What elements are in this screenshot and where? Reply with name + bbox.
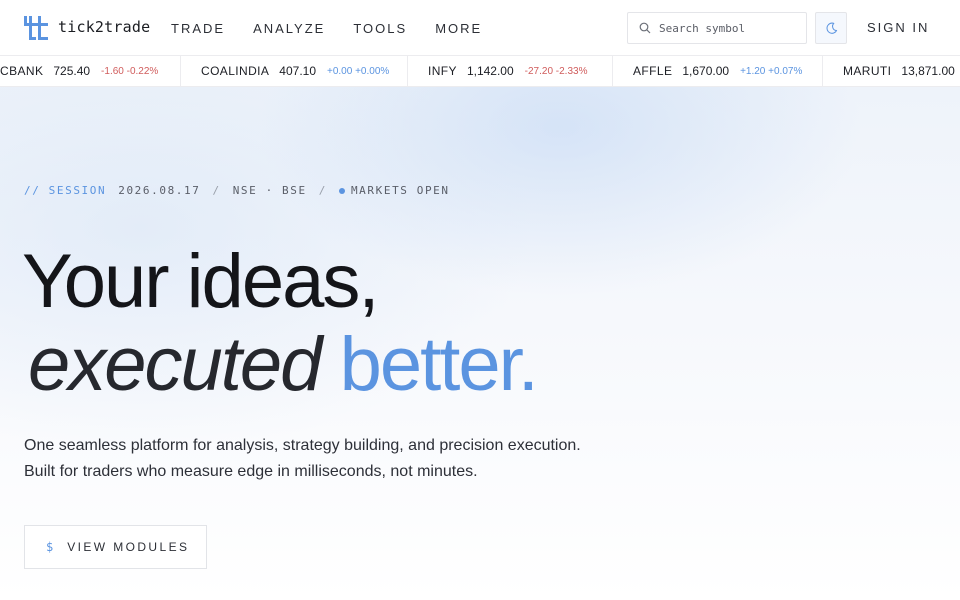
nav-link-tools[interactable]: TOOLS <box>353 21 407 36</box>
ticker-price: 13,871.00 <box>901 64 955 78</box>
ticker-change: +0.00 +0.00% <box>327 65 390 77</box>
ticker-change: +1.20 +0.07% <box>740 65 803 77</box>
ticker-price: 1,142.00 <box>466 64 514 78</box>
search-box[interactable] <box>627 12 807 44</box>
nav-link-trade[interactable]: TRADE <box>171 21 225 36</box>
ticker-divider <box>612 56 613 86</box>
ticker-change: -27.20 -2.33% <box>524 65 588 77</box>
ticker-price: 725.40 <box>53 64 91 78</box>
sign-in-link[interactable]: SIGN IN <box>867 20 929 35</box>
nav-link-analyze[interactable]: ANALYZE <box>253 21 325 36</box>
ticker-divider <box>407 56 408 86</box>
ticker-divider <box>822 56 823 86</box>
session-separator: / <box>212 184 221 197</box>
session-label: // SESSION <box>24 184 107 197</box>
ticker-symbol: COALINDIA <box>201 64 270 78</box>
ticker-item[interactable]: CBANK 725.40 -1.60 -0.22% <box>0 56 158 86</box>
ticker-divider <box>180 56 181 86</box>
hero-section: // SESSION 2026.08.17 / NSE · BSE / MARK… <box>0 87 960 600</box>
hero-subtitle: One seamless platform for analysis, stra… <box>24 437 581 480</box>
theme-toggle-button[interactable] <box>815 12 847 44</box>
ticker-symbol: AFFLE <box>633 64 673 78</box>
ticker-symbol: INFY <box>428 64 457 78</box>
ticker-symbol: MARUTI <box>843 64 892 78</box>
ticker-item[interactable]: AFFLE 1,670.00 +1.20 +0.07% <box>633 56 802 86</box>
view-modules-label: VIEW MODULES <box>67 540 190 554</box>
market-status-dot-icon <box>338 187 345 194</box>
brand-logo-icon <box>24 16 48 40</box>
ticker-item[interactable]: COALINDIA 407.10 +0.00 +0.00% <box>201 56 389 86</box>
ticker-strip: CBANK 725.40 -1.60 -0.22% COALINDIA 407.… <box>0 56 960 87</box>
ticker-item[interactable]: MARUTI 13,871.00 <box>843 56 955 86</box>
hero-headline-italic: executed <box>28 322 322 407</box>
view-modules-button[interactable]: $ VIEW MODULES <box>24 525 207 569</box>
dollar-icon: $ <box>46 540 54 554</box>
primary-nav: TRADE ANALYZE TOOLS MORE <box>171 0 510 56</box>
moon-icon <box>826 22 837 34</box>
brand-name: tick2trade <box>58 18 151 36</box>
brand[interactable]: tick2trade <box>24 16 150 40</box>
top-navbar: tick2trade TRADE ANALYZE TOOLS MORE SIGN… <box>0 0 960 56</box>
nav-link-more[interactable]: MORE <box>435 21 482 36</box>
market-status: MARKETS OPEN <box>350 184 450 197</box>
hero-headline-line2: executed better. <box>28 320 539 410</box>
session-date: 2026.08.17 <box>118 184 201 197</box>
search-input[interactable] <box>659 21 799 35</box>
ticker-symbol: CBANK <box>0 64 44 78</box>
ticker-change: -1.60 -0.22% <box>101 65 159 77</box>
session-separator: / <box>318 184 327 197</box>
session-bar: // SESSION 2026.08.17 / NSE · BSE / MARK… <box>24 184 450 197</box>
session-exchanges: NSE · BSE <box>232 184 307 197</box>
search-icon <box>639 22 651 34</box>
ticker-item[interactable]: INFY 1,142.00 -27.20 -2.33% <box>428 56 587 86</box>
hero-headline-accent: better. <box>339 322 539 407</box>
ticker-price: 407.10 <box>279 64 316 78</box>
ticker-price: 1,670.00 <box>682 64 730 78</box>
hero-headline-line1: Your ideas, <box>22 239 379 324</box>
